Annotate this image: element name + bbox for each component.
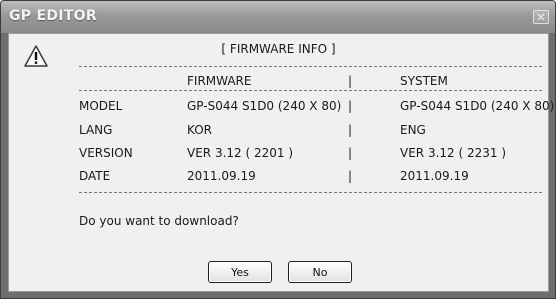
row-label: DATE (79, 169, 111, 183)
yes-button[interactable]: Yes (208, 261, 272, 283)
column-separator: | (348, 123, 353, 137)
column-separator: | (348, 146, 353, 160)
column-separator: | (348, 99, 353, 113)
firmware-value: KOR (187, 123, 212, 137)
column-header-system: SYSTEM (400, 74, 448, 88)
dialog-window: GP EDITOR [ FIRMWARE INFO ] FIRMWARE | S… (0, 0, 556, 299)
system-value: VER 3.12 ( 2231 ) (400, 146, 507, 160)
system-value: 2011.09.19 (400, 169, 469, 183)
no-button[interactable]: No (288, 261, 352, 283)
firmware-value: GP-S044 S1D0 (240 X 80) (187, 99, 342, 113)
system-value: ENG (400, 123, 426, 137)
close-icon (537, 13, 545, 21)
row-label: LANG (79, 123, 113, 137)
divider (79, 66, 542, 67)
column-separator: | (348, 74, 353, 88)
row-label: VERSION (79, 146, 133, 160)
download-question: Do you want to download? (79, 214, 239, 228)
window-title: GP EDITOR (9, 8, 97, 24)
firmware-value: 2011.09.19 (187, 169, 256, 183)
row-label: MODEL (79, 99, 123, 113)
divider (79, 90, 542, 91)
dialog-heading: [ FIRMWARE INFO ] (221, 42, 336, 56)
dialog-body: [ FIRMWARE INFO ] FIRMWARE | SYSTEM MODE… (8, 33, 554, 292)
divider (79, 192, 542, 193)
title-bar[interactable]: GP EDITOR (1, 1, 555, 33)
close-button[interactable] (533, 10, 549, 24)
column-separator: | (348, 169, 353, 183)
firmware-value: VER 3.12 ( 2201 ) (187, 146, 294, 160)
column-header-firmware: FIRMWARE (187, 74, 252, 88)
system-value: GP-S044 S1D0 (240 X 80) (400, 99, 555, 113)
